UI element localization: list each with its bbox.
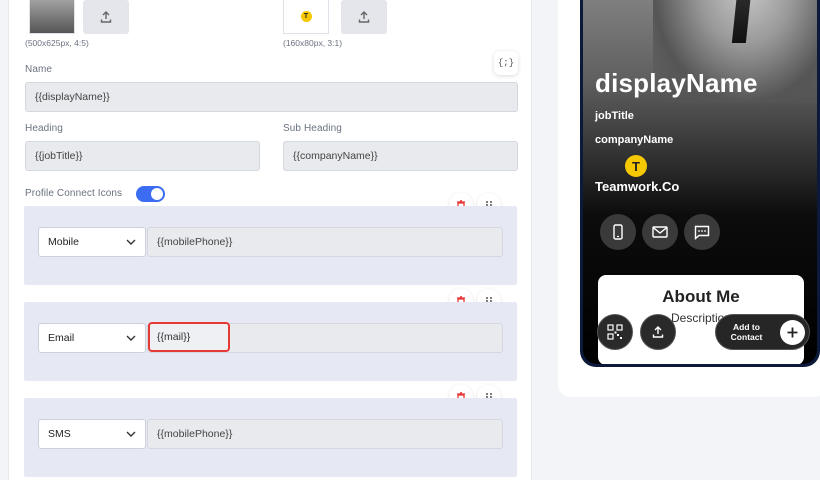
connect-value-field[interactable]: {{mobilePhone}} [147, 227, 503, 257]
preview-display-name: displayName [595, 68, 758, 98]
about-title: About Me [662, 287, 740, 306]
preview-card: displayName jobTitle companyName T Teamw… [558, 0, 820, 397]
connect-type-value: SMS [48, 428, 71, 440]
connect-type-select[interactable]: Mobile [38, 227, 146, 257]
connect-type-select[interactable]: Email [38, 323, 146, 353]
subheading-label: Sub Heading [283, 123, 342, 134]
phone-connect-button[interactable] [600, 214, 636, 250]
plus-icon [780, 320, 805, 345]
name-label: Name [25, 64, 53, 75]
share-icon [652, 326, 664, 338]
connect-type-select[interactable]: SMS [38, 419, 146, 449]
toggle-knob [151, 188, 163, 200]
email-connect-button[interactable] [642, 214, 678, 250]
preview-panel: displayName jobTitle companyName T Teamw… [548, 0, 820, 480]
connect-row-sms: SMS {{mobilePhone}} [24, 398, 517, 477]
chevron-down-icon [126, 431, 136, 437]
mobile-icon [613, 224, 623, 240]
add-to-contact-button[interactable]: Add to Contact [715, 314, 810, 350]
upload-icon [100, 11, 112, 23]
profile-image-thumbnail[interactable] [29, 0, 75, 34]
message-icon [694, 225, 710, 240]
connect-value-field-highlighted[interactable]: {{mail}} [148, 322, 230, 352]
qr-code-button[interactable] [597, 314, 633, 350]
connect-type-value: Email [48, 332, 75, 344]
preview-logo: T [625, 155, 647, 177]
chevron-down-icon [126, 239, 136, 245]
logo-image-thumbnail[interactable]: T [283, 0, 329, 34]
subheading-field[interactable]: {{companyName}} [283, 141, 518, 171]
qr-code-icon [607, 324, 623, 340]
logo-image-caption: (160x80px, 3:1) [283, 38, 343, 48]
logo-badge: T [300, 10, 312, 22]
connect-value-field[interactable]: {{mobilePhone}} [147, 419, 503, 449]
heading-label: Heading [25, 123, 63, 134]
heading-field[interactable]: {{jobTitle}} [25, 141, 260, 171]
preview-job-title: jobTitle [595, 110, 634, 122]
connect-type-value: Mobile [48, 236, 79, 248]
logo-image-upload-button[interactable] [341, 0, 387, 34]
connect-row-email: Email {{mail}} [24, 302, 517, 381]
mail-icon [652, 226, 668, 238]
connect-icons-toggle[interactable] [136, 186, 165, 202]
sms-connect-button[interactable] [684, 214, 720, 250]
name-field[interactable]: {{displayName}} [25, 82, 518, 112]
upload-icon [358, 11, 370, 23]
share-button[interactable] [640, 314, 676, 350]
variables-button[interactable]: {;} [494, 51, 518, 75]
connect-row-mobile: Mobile {{mobilePhone}} [24, 206, 517, 285]
connect-icons-label: Profile Connect Icons [25, 188, 123, 199]
profile-image-caption: (500x625px, 4:5) [25, 38, 89, 48]
phone-frame: displayName jobTitle companyName T Teamw… [580, 0, 820, 367]
profile-image-upload-button[interactable] [83, 0, 129, 34]
chevron-down-icon [126, 335, 136, 341]
add-to-contact-label: Add to Contact [730, 322, 763, 342]
preview-brand: Teamwork.Co [595, 179, 680, 194]
preview-company-name: companyName [595, 134, 674, 146]
preview-action-bar: Add to Contact [583, 314, 817, 364]
phone-screen: displayName jobTitle companyName T Teamw… [583, 0, 817, 364]
